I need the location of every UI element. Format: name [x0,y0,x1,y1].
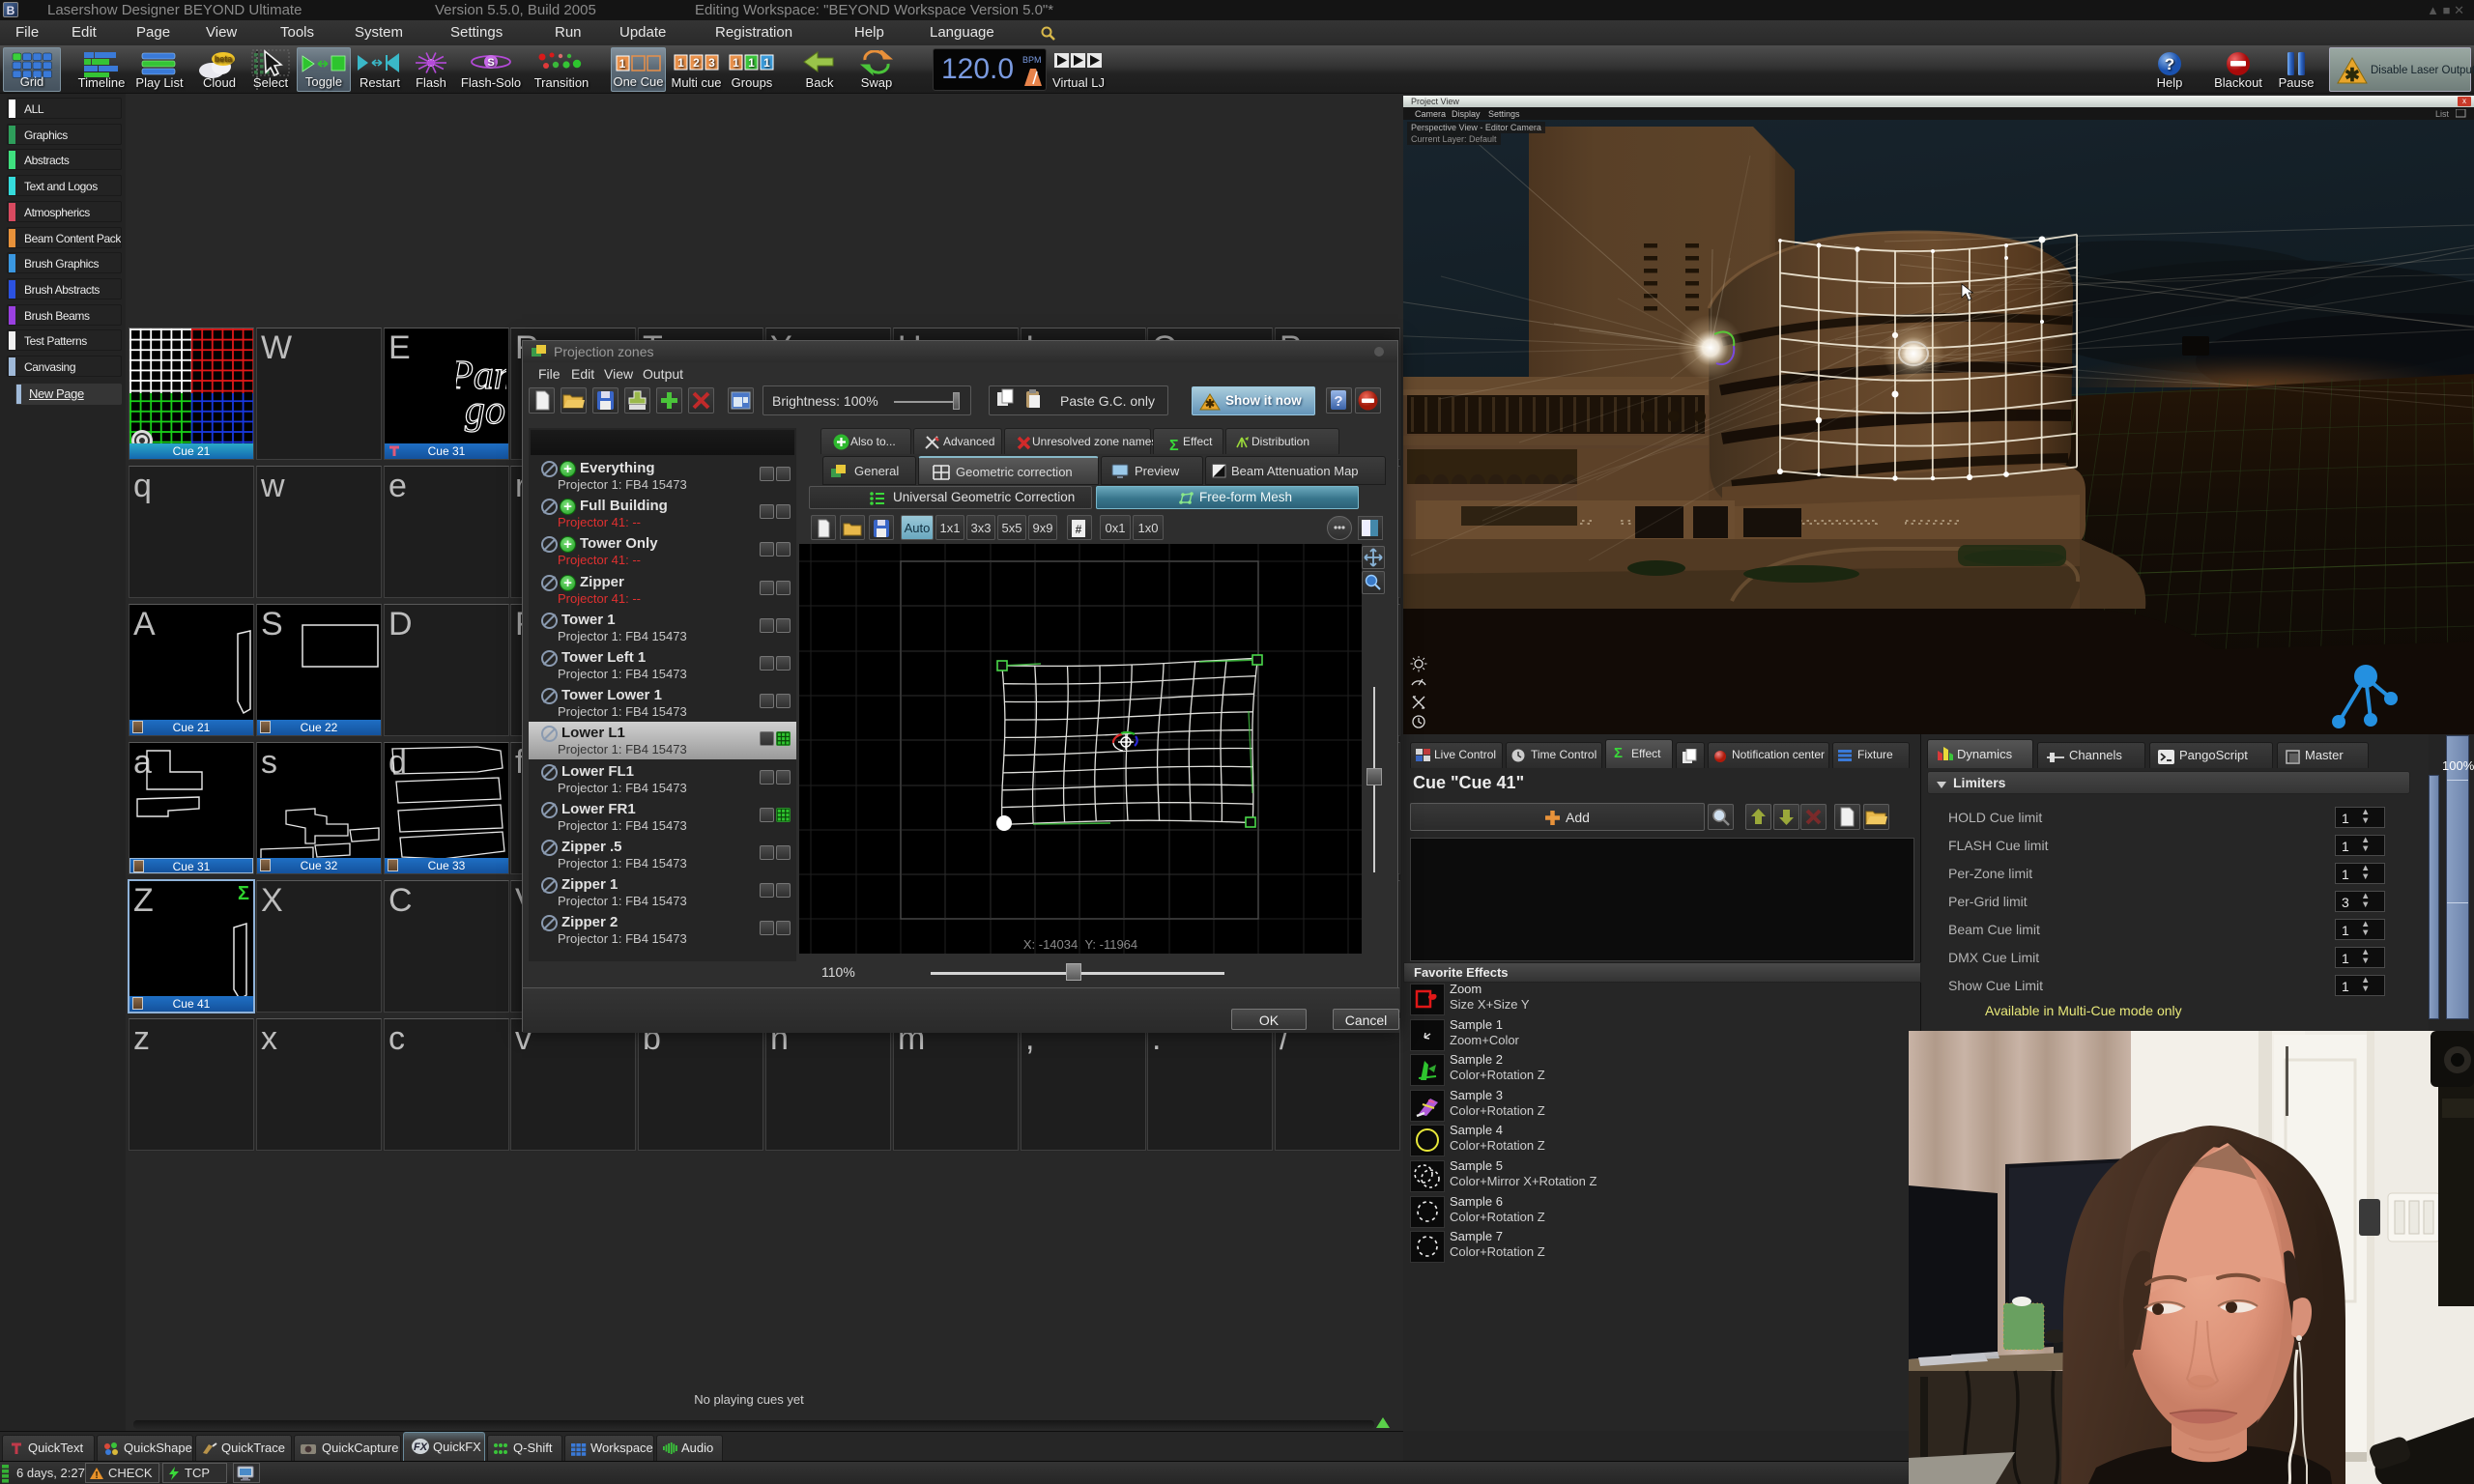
svg-text:?: ? [2165,55,2174,73]
svg-text:2: 2 [693,56,700,70]
svg-text:1: 1 [763,56,770,70]
svg-text:1: 1 [677,56,684,70]
svg-text:?: ? [1334,393,1342,410]
svg-text:#: # [1076,523,1082,536]
svg-text:1: 1 [748,56,755,70]
svg-text:1: 1 [733,56,739,70]
svg-text:3: 3 [708,56,715,70]
svg-text:✱: ✱ [2345,66,2360,85]
svg-text:!: ! [95,1470,98,1481]
svg-text:beta: beta [215,54,234,64]
svg-text:FX: FX [414,1441,428,1453]
svg-text:1: 1 [618,57,625,71]
svg-text:S: S [487,57,494,69]
svg-text:✱: ✱ [1205,397,1215,411]
svg-text:go: go [465,388,505,433]
